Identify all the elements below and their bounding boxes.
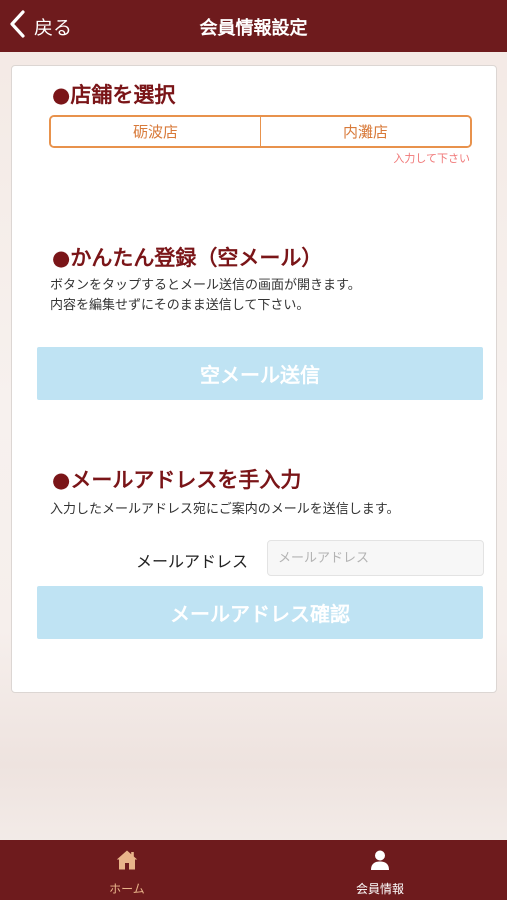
bottom-nav: ホーム 会員情報	[0, 840, 507, 900]
home-icon	[115, 848, 139, 876]
email-field[interactable]	[267, 540, 484, 576]
store-option-tonami[interactable]: 砺波店	[51, 117, 260, 146]
nav-home-label: ホーム	[109, 882, 145, 896]
app-header: 戻る 会員情報設定	[0, 0, 507, 52]
store-hint: 入力して下さい	[393, 152, 470, 165]
manual-entry-title: ●メールアドレスを手入力	[52, 468, 302, 492]
person-icon	[368, 848, 392, 876]
manual-entry-desc: 入力したメールアドレス宛にご案内のメールを送信します。	[50, 502, 400, 517]
store-section-title: ●店舗を選択	[52, 83, 176, 107]
nav-member-label: 会員情報	[355, 882, 404, 896]
send-empty-mail-button[interactable]: 空メール送信	[37, 347, 483, 400]
confirm-email-button[interactable]: メールアドレス確認	[37, 586, 483, 639]
easy-register-desc-1: ボタンをタップするとメール送信の画面が開きます。	[50, 278, 361, 293]
nav-member-info[interactable]: 会員情報	[320, 848, 440, 896]
page-title: 会員情報設定	[199, 18, 308, 39]
store-selector: 砺波店 内灘店	[49, 115, 472, 148]
settings-card: ●店舗を選択 砺波店 内灘店 入力して下さい ●かんたん登録（空メール） ボタン…	[11, 65, 497, 693]
easy-register-desc-2: 内容を編集せずにそのまま送信して下さい。	[50, 298, 310, 313]
email-field-label: メールアドレス	[136, 552, 249, 571]
easy-register-title: ●かんたん登録（空メール）	[52, 246, 323, 270]
store-option-uchinada[interactable]: 内灘店	[260, 117, 470, 146]
nav-home[interactable]: ホーム	[67, 848, 187, 896]
